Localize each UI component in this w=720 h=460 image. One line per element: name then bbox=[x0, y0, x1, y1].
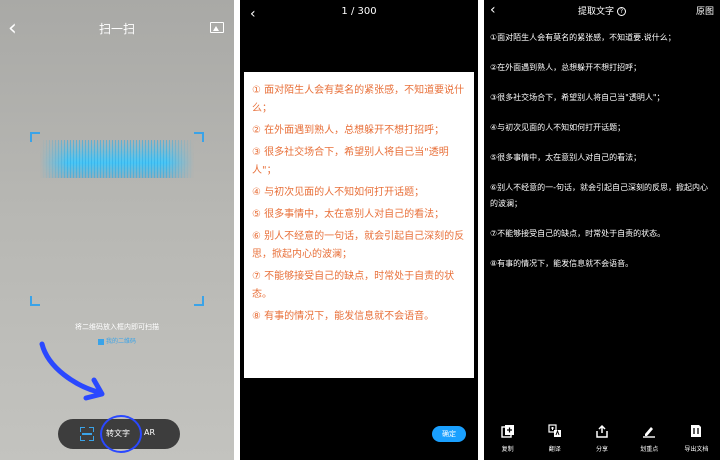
gallery-icon[interactable] bbox=[210, 22, 224, 33]
extracted-line: ②在外面遇到熟人，总想躲开不想打招呼； bbox=[490, 63, 642, 72]
export-document-icon bbox=[691, 425, 702, 437]
scan-hint-text: 将二维码放入框内即可扫描 bbox=[75, 323, 159, 331]
extracted-line: ①面对陌生人会有莫名的紧张感，不知道要.说什么； bbox=[490, 33, 676, 42]
highlight-circle bbox=[100, 415, 142, 453]
extract-title-text: 提取文字 bbox=[577, 7, 614, 17]
doc-paragraph: ① 面对陌生人会有莫名的紧张感，不知道要说什么； bbox=[252, 85, 465, 114]
copy-button[interactable]: 复制 bbox=[484, 424, 531, 460]
highlighter-icon bbox=[643, 427, 656, 438]
scan-frame-corner-tr bbox=[194, 132, 204, 142]
translate-icon bbox=[548, 424, 561, 437]
doc-paragraph: ③ 很多社交场合下，希望别人将自己当"透明人"； bbox=[252, 147, 449, 176]
share-label: 分享 bbox=[596, 446, 609, 453]
help-icon[interactable]: ? bbox=[617, 7, 626, 16]
extracted-line: ⑦不能够接受自己的缺点，时常处于自责的状态。 bbox=[490, 229, 666, 238]
doc-paragraph: ⑧ 有事的情况下，能发信息就不会语音。 bbox=[252, 311, 435, 322]
scanner-panel: ‹ 扫一扫 将二维码放入框内即可扫描 我的二维码 转文字 AR bbox=[0, 0, 234, 460]
preview-panel: ‹ 1 / 300 ① 面对陌生人会有莫名的紧张感，不知道要说什么； ② 在外面… bbox=[240, 0, 478, 460]
translate-label: 翻译 bbox=[548, 446, 561, 453]
mode-ar[interactable]: AR bbox=[144, 428, 155, 437]
captured-document: ① 面对陌生人会有莫名的紧张感，不知道要说什么； ② 在外面遇到熟人，总想躲开不… bbox=[244, 72, 474, 378]
extract-title: 提取文字? bbox=[484, 4, 720, 17]
scan-mode-icon[interactable] bbox=[80, 427, 94, 441]
copy-label: 复制 bbox=[501, 446, 514, 453]
scanner-title: 扫一扫 bbox=[98, 22, 135, 36]
scan-frame-corner-bl bbox=[30, 296, 40, 306]
extracted-text-area[interactable]: ①面对陌生人会有莫名的紧张感，不知道要.说什么； ②在外面遇到熟人，总想躲开不想… bbox=[490, 30, 716, 286]
extracted-line: ⑧有事的情况下，能发信息就不会语音。 bbox=[490, 259, 634, 268]
extracted-line: ⑤很多事情中，太在意别人对自己的看法； bbox=[490, 153, 642, 162]
bottom-toolbar: 复制 翻译 分享 划重点 导出文档 bbox=[484, 424, 720, 460]
extracted-line: ⑥别人不经意的一-句话，就会引起自己深刻的反思，掀起内心的波澜； bbox=[490, 183, 709, 208]
doc-paragraph: ⑥ 别人不经意的一句话，就会引起自己深刻的反思，掀起内心的波澜； bbox=[252, 231, 465, 260]
share-button[interactable]: 分享 bbox=[578, 424, 625, 460]
confirm-button[interactable]: 确定 bbox=[432, 426, 466, 442]
copy-icon bbox=[500, 425, 514, 438]
doc-paragraph: ⑤ 很多事情中，太在意别人对自己的看法； bbox=[252, 209, 445, 220]
scan-frame-corner-br bbox=[194, 296, 204, 306]
scan-frame-corner-tl bbox=[30, 132, 40, 142]
share-icon bbox=[596, 424, 608, 438]
doc-paragraph: ② 在外面遇到熟人，总想躲开不想打招呼； bbox=[252, 125, 445, 136]
highlight-label: 划重点 bbox=[640, 446, 659, 453]
highlight-button[interactable]: 划重点 bbox=[626, 424, 673, 460]
doc-paragraph: ⑦ 不能够接受自己的缺点，时常处于自责的状态。 bbox=[252, 271, 455, 300]
export-doc-label: 导出文档 bbox=[684, 446, 709, 453]
extracted-line: ④与初次见面的人不知如何打开话题； bbox=[490, 123, 626, 132]
original-image-button[interactable]: 原图 bbox=[696, 4, 714, 17]
extract-panel: ‹ 提取文字? 原图 ①面对陌生人会有莫名的紧张感，不知道要.说什么； ②在外面… bbox=[484, 0, 720, 460]
page-counter: 1 / 300 bbox=[341, 6, 377, 17]
annotation-arrow-icon bbox=[39, 341, 105, 401]
translate-button[interactable]: 翻译 bbox=[531, 424, 578, 460]
extracted-line: ③很多社交场合下，希望别人将自己当"透明人"； bbox=[490, 93, 665, 102]
scan-line-animation bbox=[40, 140, 194, 178]
doc-paragraph: ④ 与初次见面的人不知如何打开话题； bbox=[252, 187, 425, 198]
export-doc-button[interactable]: 导出文档 bbox=[673, 424, 720, 460]
